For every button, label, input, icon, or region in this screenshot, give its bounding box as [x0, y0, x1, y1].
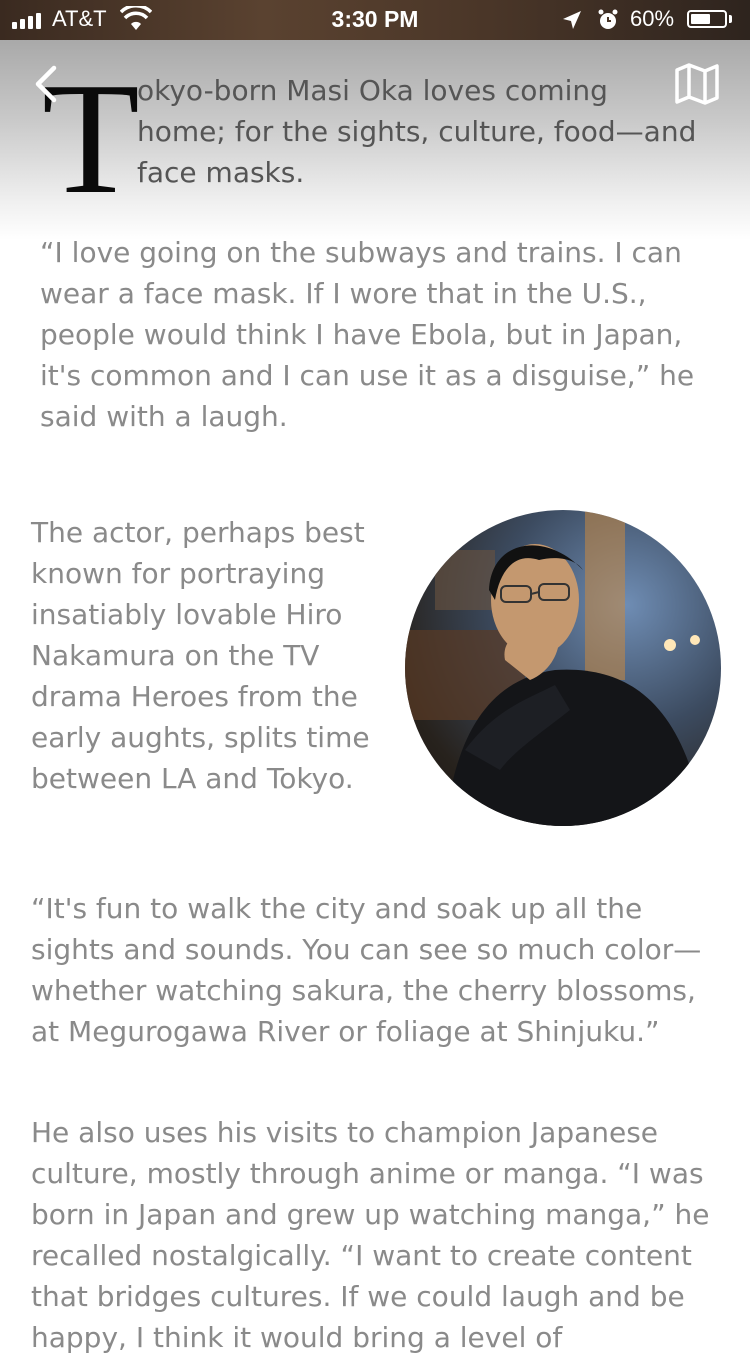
portrait-photo [405, 510, 721, 826]
status-bar: AT&T 3:30 PM 60% [0, 0, 750, 40]
battery-level [691, 14, 711, 24]
battery-percent: 60% [630, 6, 675, 31]
article-intro: okyo-born Masi Oka loves coming home; fo… [137, 74, 697, 189]
alarm-icon [598, 9, 618, 29]
map-icon[interactable] [674, 62, 720, 106]
article-paragraph: The actor, perhaps best known for portra… [31, 516, 370, 795]
location-arrow-icon [563, 11, 581, 29]
battery-icon [687, 10, 727, 28]
back-chevron-icon[interactable] [30, 64, 70, 104]
battery-tip [729, 15, 732, 23]
portrait-illustration [405, 510, 705, 826]
article-paragraph: He also uses his visits to champion Japa… [31, 1116, 710, 1354]
article-paragraph: “I love going on the subways and trains.… [40, 236, 695, 433]
article-paragraph: “It's fun to walk the city and soak up a… [31, 892, 702, 1048]
